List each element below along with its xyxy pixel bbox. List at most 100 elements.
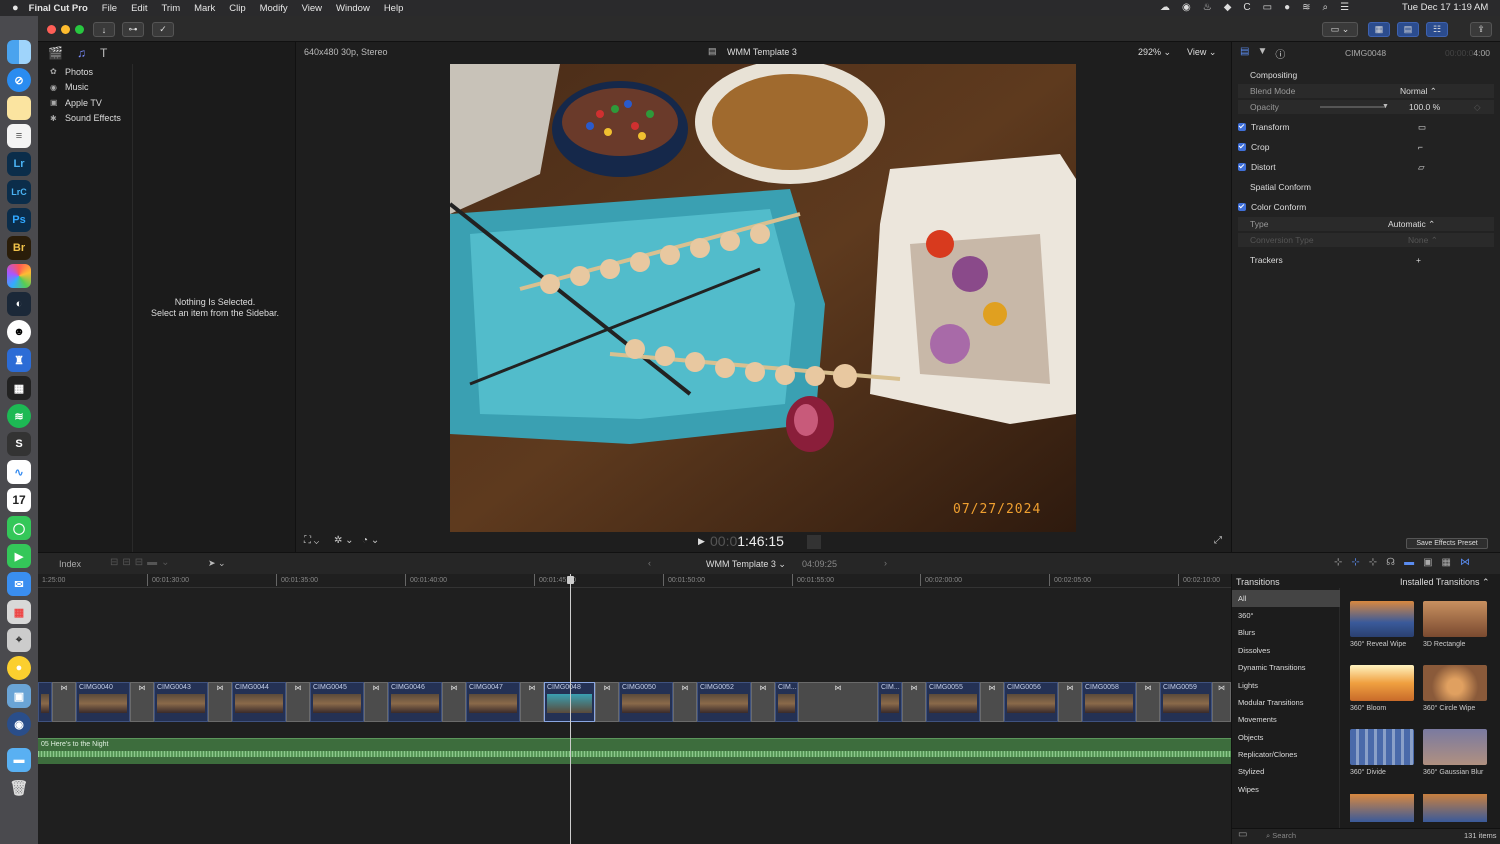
transition-item[interactable]: 360° Gaussian Blur (1423, 729, 1489, 777)
retime-tool-button[interactable]: ◔ ⌄ (362, 535, 379, 546)
timeline-transition[interactable]: ⋈ (520, 682, 544, 722)
forward-arrow-icon[interactable]: › (884, 558, 887, 568)
timeline-transition[interactable]: ⋈ (1058, 682, 1082, 722)
dock-trash[interactable]: 🗑 (7, 776, 31, 800)
dock-reminders[interactable]: ≡ (7, 124, 31, 148)
show-browser-button[interactable]: ▦ (1368, 22, 1390, 37)
dock-safari[interactable]: ⊘ (7, 68, 31, 92)
sidebar-item-apple-tv[interactable]: ▣ Apple TV (38, 95, 132, 111)
category-lights[interactable]: Lights (1232, 677, 1340, 694)
timeline-clip[interactable]: CIMG0056 (1004, 682, 1058, 722)
timeline[interactable]: 1:25:00 00:01:30:00 00:01:35:00 00:01:40… (38, 574, 1231, 844)
category-360[interactable]: 360° (1232, 607, 1340, 624)
timeline-transition[interactable]: ⋈ (1136, 682, 1160, 722)
timeline-clip[interactable]: CIMG0047 (466, 682, 520, 722)
opacity-value[interactable]: 100.0 % (1409, 102, 1440, 112)
dock-final-cut[interactable]: ▦ (7, 376, 31, 400)
dock-facetime[interactable]: ▶ (7, 544, 31, 568)
c-icon[interactable]: C (1243, 2, 1250, 13)
menu-file[interactable]: File (102, 3, 117, 14)
screen-record-icon[interactable]: ◉ (1182, 2, 1191, 13)
dock-notes[interactable] (7, 96, 31, 120)
audio-clip[interactable]: 05 Here's to the Night (38, 738, 1231, 764)
background-tasks-button[interactable]: ✓ (152, 22, 174, 37)
distort-onscreen-icon[interactable]: ▱ (1418, 162, 1425, 173)
sidebar-item-photos[interactable]: ✿ Photos (38, 64, 132, 80)
timeline-transition[interactable]: ⋈ (751, 682, 775, 722)
edit-buttons[interactable]: ⊟⊟⊟▬⌄ (110, 557, 174, 568)
opacity-slider-knob[interactable]: ▼ (1382, 103, 1389, 110)
spotlight-icon[interactable]: ⌕ (1323, 2, 1329, 13)
show-timeline-button[interactable]: ▤ (1397, 22, 1419, 37)
timeline-transition[interactable]: ⋈ (130, 682, 154, 722)
dock-calendar[interactable]: 17 (7, 488, 31, 512)
back-arrow-icon[interactable]: ‹ (648, 558, 651, 568)
transition-thumbnail[interactable] (1423, 794, 1487, 822)
headphones-icon[interactable]: ☊ (1386, 557, 1395, 568)
timeline-clip[interactable]: CIMG0045 (310, 682, 364, 722)
sidebar-item-sound-effects[interactable]: ✱ Sound Effects (38, 111, 132, 127)
timeline-clip[interactable]: CIMG0055 (926, 682, 980, 722)
menu-mark[interactable]: Mark (194, 3, 215, 14)
transition-item[interactable]: 360° Divide (1350, 729, 1416, 777)
skimming-icon[interactable]: ⊹ (1334, 557, 1342, 568)
dock-freeform[interactable]: ∿ (7, 460, 31, 484)
color-conform-checkbox[interactable] (1238, 203, 1246, 211)
dock-spotify[interactable]: ≋ (7, 404, 31, 428)
timeline-clip[interactable]: CIMG0043 (154, 682, 208, 722)
distort-checkbox[interactable] (1238, 163, 1246, 171)
minimize-window-button[interactable] (61, 25, 70, 34)
timeline-clip[interactable]: CIMG0059 (1160, 682, 1212, 722)
apple-icon[interactable]: ● (12, 2, 19, 14)
save-effects-preset-button[interactable]: Save Effects Preset (1406, 538, 1488, 549)
category-movements[interactable]: Movements (1232, 711, 1340, 728)
menu-trim[interactable]: Trim (161, 3, 180, 14)
opacity-slider[interactable] (1320, 106, 1386, 108)
timeline-ruler[interactable]: 1:25:00 00:01:30:00 00:01:35:00 00:01:40… (38, 574, 1231, 588)
conversion-type-select[interactable]: None ⌃ (1408, 235, 1438, 246)
dock-photos[interactable] (7, 264, 31, 288)
snapping-icon[interactable]: ▬ (1404, 557, 1414, 568)
search-field[interactable]: ⌕ Search (1266, 831, 1296, 841)
dock-app2[interactable]: S (7, 432, 31, 456)
menu-help[interactable]: Help (384, 3, 404, 14)
dock-app3[interactable]: ⌖ (7, 628, 31, 652)
timeline-transition[interactable]: ⋈ (595, 682, 619, 722)
menubar-clock[interactable]: Tue Dec 17 1:19 AM (1402, 2, 1488, 13)
playhead-handle[interactable] (567, 576, 574, 584)
libraries-icon[interactable]: 🎬 (48, 46, 63, 60)
circle-icon[interactable]: ● (1284, 2, 1290, 13)
layout-button[interactable]: ▭ ⌄ (1322, 22, 1358, 37)
import-button[interactable]: ↓ (93, 22, 115, 37)
category-blurs[interactable]: Blurs (1232, 624, 1340, 641)
creative-cloud-icon[interactable]: ☁ (1160, 2, 1170, 13)
transition-item[interactable]: 360° Bloom (1350, 665, 1416, 713)
category-dissolves[interactable]: Dissolves (1232, 642, 1340, 659)
timeline-clip[interactable] (38, 682, 52, 722)
keyframe-icon[interactable]: ◇ (1474, 102, 1481, 113)
transform-onscreen-icon[interactable]: ▭ (1418, 122, 1426, 133)
dock-app[interactable]: ☻ (7, 320, 31, 344)
crop-onscreen-icon[interactable]: ⌐ (1418, 142, 1423, 152)
category-objects[interactable]: Objects (1232, 729, 1340, 746)
clip-appearance-icon[interactable]: ▣ (1423, 557, 1432, 568)
dock-tips[interactable]: ● (7, 656, 31, 680)
dock-lightroom-classic[interactable]: LrC (7, 180, 31, 204)
menu-app-name[interactable]: Final Cut Pro (29, 3, 88, 14)
zoom-menu[interactable]: 292% ⌄ (1138, 47, 1171, 58)
menu-edit[interactable]: Edit (131, 3, 147, 14)
category-replicator[interactable]: Replicator/Clones (1232, 746, 1340, 763)
transform-checkbox[interactable] (1238, 123, 1246, 131)
timeline-transition[interactable]: ⋈ (364, 682, 388, 722)
dropbox-icon[interactable]: ◆ (1224, 2, 1232, 13)
menu-view[interactable]: View (302, 3, 322, 14)
dock-app4[interactable]: ◉ (7, 712, 31, 736)
dock-steam[interactable]: ◐ (7, 292, 31, 316)
timeline-transition[interactable]: ⋈ (980, 682, 1004, 722)
category-dynamic[interactable]: Dynamic Transitions (1232, 659, 1340, 676)
zoom-window-button[interactable] (75, 25, 84, 34)
transition-thumbnail[interactable] (1350, 794, 1414, 822)
installed-transitions-menu[interactable]: Installed Transitions ⌃ (1400, 577, 1490, 588)
effects-browser-icon[interactable]: ▦ (1442, 557, 1451, 568)
dock-lightroom[interactable]: Lr (7, 152, 31, 176)
